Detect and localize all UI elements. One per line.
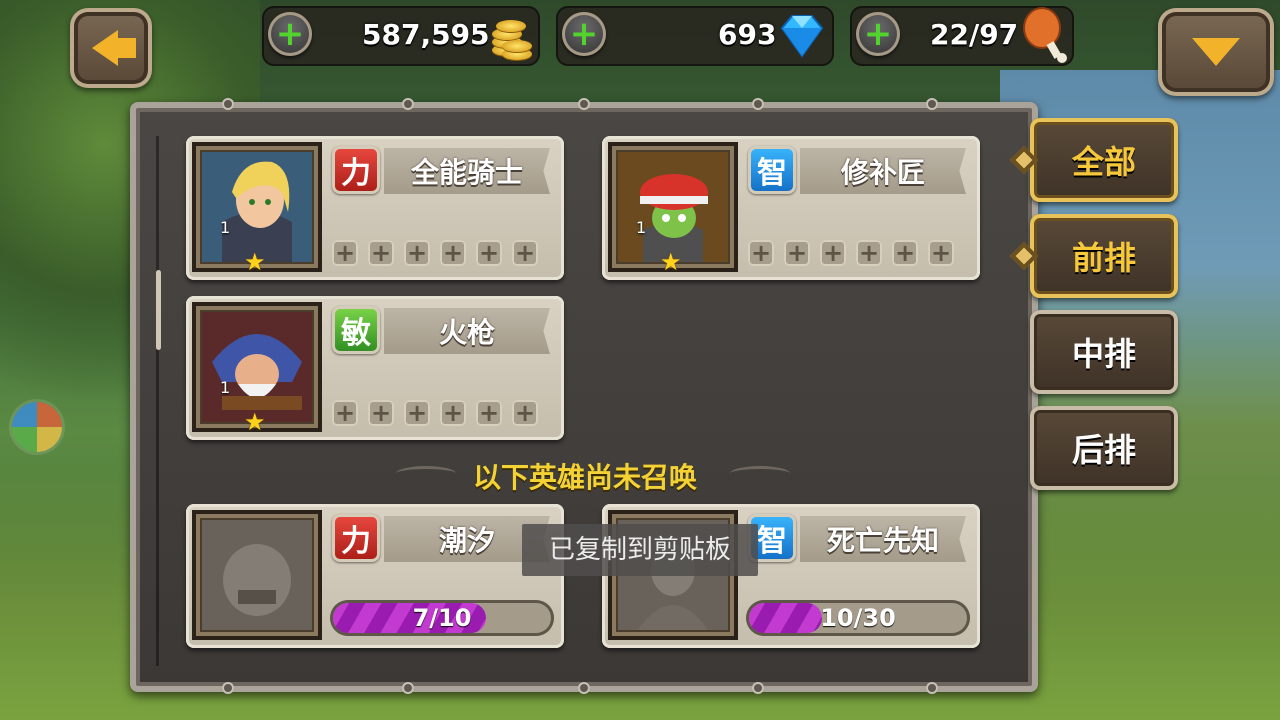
hero-name: 死亡先知 <box>800 516 966 562</box>
rivet <box>578 682 590 694</box>
unsummoned-section-label: 以下英雄尚未召唤 <box>472 461 697 494</box>
star-icon: ★ <box>244 408 266 432</box>
diamond-icon <box>780 15 824 58</box>
tab-front-row[interactable]: 前排 <box>1030 214 1178 298</box>
hero-name: 修补匠 <box>800 148 966 194</box>
equip-slot[interactable]: + <box>368 240 394 266</box>
progress-text: 10/30 <box>820 604 896 632</box>
equip-slot[interactable]: + <box>928 240 954 266</box>
soul-stone-progress-bar: 10/30 <box>746 600 970 636</box>
equip-slot[interactable]: + <box>512 240 538 266</box>
hero-portrait: 1 ★ <box>192 302 322 432</box>
equipment-slots: + + + + + + <box>748 240 954 266</box>
hero-level: 1 <box>220 378 231 397</box>
hero-portrait: 1 ★ <box>192 142 322 272</box>
hero-portrait: 1 ★ <box>608 142 738 272</box>
equip-slot[interactable]: + <box>748 240 774 266</box>
star-icon: ★ <box>244 248 266 272</box>
equip-slot[interactable]: + <box>476 400 502 426</box>
equip-slot[interactable]: + <box>368 400 394 426</box>
divider-ornament <box>730 466 790 481</box>
agility-attribute-badge: 敏 <box>332 306 380 354</box>
plus-icon: + <box>863 14 893 54</box>
sniper-portrait-icon <box>202 312 312 422</box>
scroll-track <box>156 136 159 666</box>
rivet <box>752 98 764 110</box>
equip-slot[interactable]: + <box>332 240 358 266</box>
knight-portrait-icon <box>202 152 312 262</box>
tab-all[interactable]: 全部 <box>1030 118 1178 202</box>
plus-icon: + <box>569 14 599 54</box>
tinker-portrait-icon <box>618 152 728 262</box>
hero-card-tidehunter[interactable]: 力 潮汐 7/10 <box>186 504 564 648</box>
equip-slot[interactable]: + <box>440 400 466 426</box>
tab-middle-row[interactable]: 中排 <box>1030 310 1178 394</box>
rivet <box>222 682 234 694</box>
tab-back-row[interactable]: 后排 <box>1030 406 1178 490</box>
gold-value: 587,595 <box>362 18 490 51</box>
equip-slot[interactable]: + <box>404 240 430 266</box>
rivet <box>222 98 234 110</box>
menu-dropdown-button[interactable] <box>1158 8 1274 96</box>
meat-drumstick-icon <box>1023 7 1067 63</box>
gold-coin-icon <box>488 20 532 60</box>
equip-slot[interactable]: + <box>332 400 358 426</box>
tidehunter-portrait-icon <box>202 520 312 630</box>
equip-slot[interactable]: + <box>784 240 810 266</box>
rivet <box>402 98 414 110</box>
gem-value: 693 <box>718 18 777 51</box>
intelligence-attribute-badge: 智 <box>748 146 796 194</box>
equip-slot[interactable]: + <box>820 240 846 266</box>
soul-stone-progress-bar: 7/10 <box>330 600 554 636</box>
strength-attribute-badge: 力 <box>332 514 380 562</box>
hero-level: 1 <box>220 218 231 237</box>
add-gems-button[interactable]: + <box>562 12 606 56</box>
copied-toast: 已复制到剪贴板 <box>522 524 758 576</box>
hero-card-tinker[interactable]: 1 ★ 智 修补匠 + + + + + + <box>602 136 980 280</box>
star-icon: ★ <box>660 248 682 272</box>
chevron-down-icon <box>1192 38 1240 66</box>
back-arrow-icon <box>92 30 136 66</box>
hero-name: 全能骑士 <box>384 148 550 194</box>
side-floating-icon[interactable] <box>12 402 62 452</box>
equip-slot[interactable]: + <box>856 240 882 266</box>
equipment-slots: + + + + + + <box>332 240 538 266</box>
hero-portrait <box>192 510 322 640</box>
equip-slot[interactable]: + <box>892 240 918 266</box>
equip-slot[interactable]: + <box>440 240 466 266</box>
plus-icon: + <box>275 14 305 54</box>
hero-name: 火枪 <box>384 308 550 354</box>
rivet <box>752 682 764 694</box>
add-stamina-button[interactable]: + <box>856 12 900 56</box>
equipment-slots: + + + + + + <box>332 400 538 426</box>
back-button[interactable] <box>70 8 152 88</box>
add-gold-button[interactable]: + <box>268 12 312 56</box>
rivet <box>402 682 414 694</box>
strength-attribute-badge: 力 <box>332 146 380 194</box>
scrollbar-thumb[interactable] <box>156 270 161 350</box>
stamina-value: 22/97 <box>930 18 1019 51</box>
progress-text: 7/10 <box>412 604 472 632</box>
hero-level: 1 <box>636 218 647 237</box>
equip-slot[interactable]: + <box>476 240 502 266</box>
rivet <box>578 98 590 110</box>
equip-slot[interactable]: + <box>404 400 430 426</box>
hero-card-omniknight[interactable]: 1 ★ 力 全能骑士 + + + + + + <box>186 136 564 280</box>
rivet <box>926 98 938 110</box>
rivet <box>926 682 938 694</box>
hero-card-sniper[interactable]: 1 ★ 敏 火枪 + + + + + + <box>186 296 564 440</box>
equip-slot[interactable]: + <box>512 400 538 426</box>
